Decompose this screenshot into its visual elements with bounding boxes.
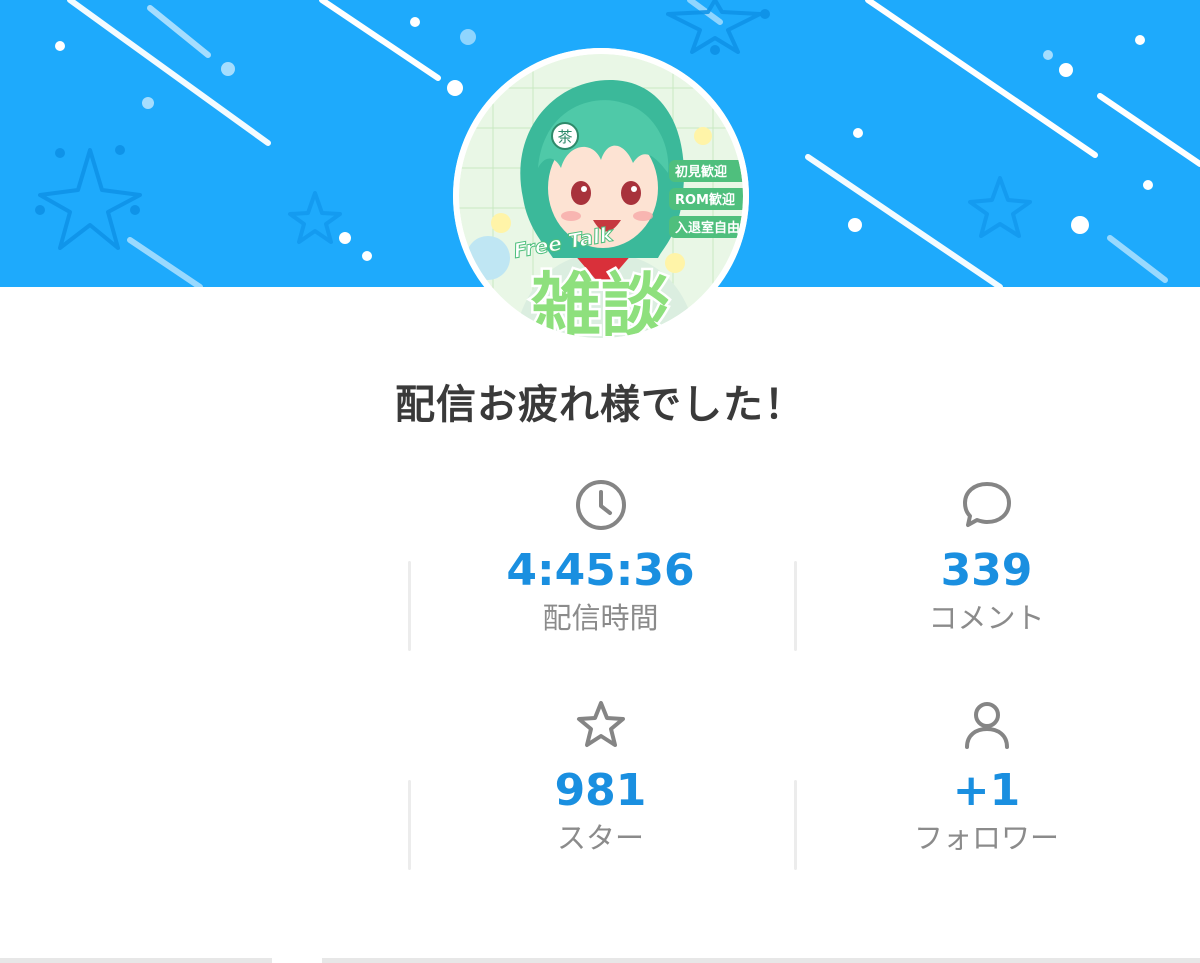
avatar[interactable]: 茶 初見歓迎 ROM歓迎 入退室自由 Free Talk 雑談 bbox=[453, 48, 749, 344]
stat-stars: 981 スター bbox=[408, 695, 793, 857]
person-icon bbox=[964, 702, 1009, 749]
badge-rom: ROM歓迎 bbox=[675, 192, 735, 208]
stat-followers: +1 フォロワー bbox=[794, 695, 1179, 857]
duration-label: 配信時間 bbox=[542, 601, 659, 635]
badge-first-visit: 初見歓迎 bbox=[675, 164, 727, 180]
bottom-divider bbox=[0, 958, 272, 963]
avatar-illustration: 茶 初見歓迎 ROM歓迎 入退室自由 Free Talk 雑談 bbox=[453, 48, 749, 344]
comments-value: 339 bbox=[940, 545, 1033, 596]
stars-value: 981 bbox=[554, 765, 647, 816]
followers-label: フォロワー bbox=[913, 821, 1059, 855]
tag-glyph: 茶 bbox=[557, 128, 572, 146]
speech-bubble-icon bbox=[962, 482, 1011, 527]
duration-value: 4:45:36 bbox=[506, 545, 695, 596]
bottom-divider bbox=[322, 958, 1200, 963]
stat-duration: 4:45:36 配信時間 bbox=[408, 475, 793, 637]
comments-label: コメント bbox=[928, 601, 1045, 635]
star-icon bbox=[576, 701, 625, 747]
page-title: 配信お疲れ様でした！ bbox=[395, 382, 805, 428]
clock-icon bbox=[575, 480, 626, 530]
followers-value: +1 bbox=[952, 765, 1021, 816]
badge-free-entry: 入退室自由 bbox=[675, 220, 740, 236]
stat-comments: 339 コメント bbox=[794, 475, 1179, 637]
stream-summary-page: 茶 初見歓迎 ROM歓迎 入退室自由 Free Talk 雑談 配信お疲れ様でし… bbox=[0, 0, 1200, 963]
stars-label: スター bbox=[556, 821, 644, 855]
